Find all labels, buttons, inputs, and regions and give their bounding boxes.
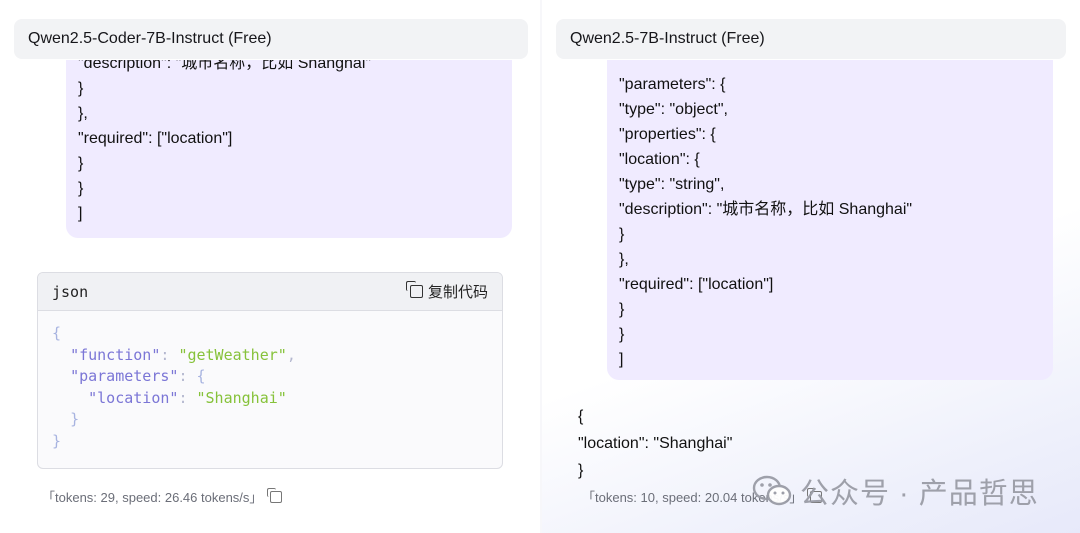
bubble-line: } [619, 301, 625, 318]
right-model-header: Qwen2.5-7B-Instruct (Free) [556, 19, 1066, 59]
answer-line: } [578, 462, 584, 479]
bubble-line: "location": { [619, 151, 700, 168]
bubble-line: "type": "object", [619, 101, 728, 118]
bubble-line: } [619, 326, 625, 343]
left-model-header: Qwen2.5-Coder-7B-Instruct (Free) [14, 19, 528, 59]
code-line: } [52, 431, 62, 450]
copy-icon[interactable] [267, 487, 283, 503]
code-line: { [52, 324, 62, 342]
code-line: "location": "Shanghai" [88, 388, 287, 407]
bubble-line: "required": ["location"] [78, 130, 233, 147]
bubble-line: ] [619, 351, 624, 368]
right-model-panel: Qwen2.5-7B-Instruct (Free) "parameters":… [542, 0, 1080, 533]
left-message-bubble: "description": "城市名称，比如 Shanghai" } }, "… [66, 60, 512, 238]
left-model-panel: Qwen2.5-Coder-7B-Instruct (Free) "descri… [0, 0, 540, 533]
bubble-line: "required": ["location"] [619, 276, 774, 293]
copy-code-label: 复制代码 [427, 284, 488, 301]
bubble-line: "description": "城市名称，比如 Shanghai" [78, 60, 372, 72]
bubble-line: ] [78, 205, 83, 222]
code-language-label: json [52, 282, 89, 301]
wechat-icon [752, 475, 792, 506]
right-model-name: Qwen2.5-7B-Instruct (Free) [570, 30, 765, 47]
bubble-line: }, [78, 105, 88, 122]
bubble-line: } [78, 80, 84, 97]
watermark-text: 公众号 · 产品哲思 [800, 478, 1039, 510]
bubble-line: } [78, 155, 84, 172]
left-model-name: Qwen2.5-Coder-7B-Instruct (Free) [28, 30, 272, 47]
code-block-header: json 复制代码 [38, 273, 502, 311]
bubble-line: }, [619, 251, 629, 268]
copy-icon [405, 281, 423, 298]
bubble-line: "type": "string", [619, 176, 725, 193]
code-line: "function": "getWeather", [70, 345, 296, 364]
bubble-line: } [78, 180, 84, 197]
token-stats-text: 「tokens: 29, speed: 26.46 tokens/s」 [42, 490, 263, 505]
answer-line: "location": "Shanghai" [578, 435, 733, 452]
bubble-line: "parameters": { [619, 76, 726, 93]
code-line: "parameters": { [70, 367, 206, 386]
watermark: 公众号 · 产品哲思 [752, 470, 1039, 512]
right-message-bubble: "parameters": { "type": "object", "prope… [607, 60, 1053, 380]
code-body: { "function": "getWeather", "parameters"… [38, 311, 502, 453]
bubble-line: } [619, 226, 625, 243]
bubble-line: "description": "城市名称，比如 Shanghai" [619, 201, 913, 218]
code-line: } [70, 410, 80, 429]
right-answer-text: { "location": "Shanghai" } [578, 403, 732, 484]
bubble-line: "properties": { [619, 126, 716, 143]
copy-code-button[interactable]: 复制代码 [405, 281, 488, 302]
answer-line: { [578, 408, 584, 425]
left-token-stats: 「tokens: 29, speed: 26.46 tokens/s」 [42, 487, 283, 506]
json-code-block: json 复制代码 { "function": "getWeather", "p… [37, 272, 503, 469]
